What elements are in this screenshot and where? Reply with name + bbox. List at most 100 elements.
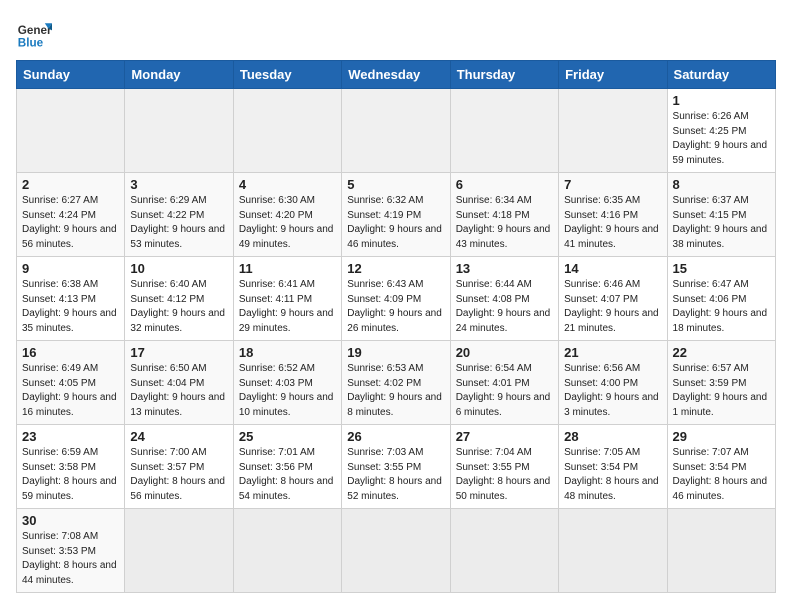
day-number: 29 <box>673 429 770 444</box>
calendar-day-cell: 26Sunrise: 7:03 AM Sunset: 3:55 PM Dayli… <box>342 425 450 509</box>
header: General Blue <box>16 16 776 52</box>
calendar-day-cell <box>17 89 125 173</box>
calendar-week-row: 16Sunrise: 6:49 AM Sunset: 4:05 PM Dayli… <box>17 341 776 425</box>
day-number: 4 <box>239 177 336 192</box>
calendar-day-cell: 24 Sunrise: 7:00 AM Sunset: 3:57 PM Dayli… <box>125 425 233 509</box>
day-number: 27 <box>456 429 553 444</box>
day-number: 25 <box>239 429 336 444</box>
day-info: Sunrise: 7:07 AM Sunset: 3:54 PM Dayligh… <box>673 446 770 504</box>
col-header-tuesday: Tuesday <box>233 61 341 89</box>
calendar-day-cell <box>342 509 450 593</box>
day-info: Sunrise: 7:00 AM Sunset: 3:57 PM Dayligh… <box>130 446 227 504</box>
calendar-day-cell: 13 Sunrise: 6:44 AM Sunset: 4:08 PM Dayli… <box>450 257 558 341</box>
day-info: Sunrise: 6:40 AM Sunset: 4:12 PM Dayligh… <box>130 278 227 336</box>
day-info: Sunrise: 6:56 AM Sunset: 4:00 PM Dayligh… <box>564 362 661 420</box>
calendar-table: SundayMondayTuesdayWednesdayThursdayFrid… <box>16 60 776 593</box>
calendar-week-row: 9 Sunrise: 6:38 AM Sunset: 4:13 PM Daylig… <box>17 257 776 341</box>
day-number: 13 <box>456 261 553 276</box>
calendar-header-row: SundayMondayTuesdayWednesdayThursdayFrid… <box>17 61 776 89</box>
day-info: Sunrise: 6:47 AM Sunset: 4:06 PM Dayligh… <box>673 278 770 336</box>
day-number: 21 <box>564 345 661 360</box>
calendar-week-row: 23Sunrise: 6:59 AM Sunset: 3:58 PM Dayli… <box>17 425 776 509</box>
day-info: Sunrise: 6:38 AM Sunset: 4:13 PM Dayligh… <box>22 278 119 336</box>
calendar-day-cell: 9 Sunrise: 6:38 AM Sunset: 4:13 PM Daylig… <box>17 257 125 341</box>
day-info: Sunrise: 7:04 AM Sunset: 3:55 PM Dayligh… <box>456 446 553 504</box>
day-number: 24 <box>130 429 227 444</box>
day-info: Sunrise: 6:53 AM Sunset: 4:02 PM Dayligh… <box>347 362 444 420</box>
day-number: 5 <box>347 177 444 192</box>
calendar-day-cell: 21 Sunrise: 6:56 AM Sunset: 4:00 PM Dayli… <box>559 341 667 425</box>
col-header-saturday: Saturday <box>667 61 775 89</box>
day-number: 1 <box>673 93 770 108</box>
day-info: Sunrise: 6:50 AM Sunset: 4:04 PM Dayligh… <box>130 362 227 420</box>
calendar-day-cell: 20 Sunrise: 6:54 AM Sunset: 4:01 PM Dayli… <box>450 341 558 425</box>
col-header-wednesday: Wednesday <box>342 61 450 89</box>
day-number: 18 <box>239 345 336 360</box>
day-info: Sunrise: 6:49 AM Sunset: 4:05 PM Dayligh… <box>22 362 119 420</box>
day-number: 10 <box>130 261 227 276</box>
calendar-day-cell: 18 Sunrise: 6:52 AM Sunset: 4:03 PM Dayli… <box>233 341 341 425</box>
day-number: 17 <box>130 345 227 360</box>
day-number: 2 <box>22 177 119 192</box>
calendar-day-cell <box>342 89 450 173</box>
day-info: Sunrise: 6:41 AM Sunset: 4:11 PM Dayligh… <box>239 278 336 336</box>
day-info: Sunrise: 6:30 AM Sunset: 4:20 PM Dayligh… <box>239 194 336 252</box>
calendar-day-cell: 25 Sunrise: 7:01 AM Sunset: 3:56 PM Dayli… <box>233 425 341 509</box>
day-info: Sunrise: 6:26 AM Sunset: 4:25 PM Dayligh… <box>673 110 770 168</box>
calendar-day-cell: 7 Sunrise: 6:35 AM Sunset: 4:16 PM Daylig… <box>559 173 667 257</box>
calendar-day-cell <box>559 89 667 173</box>
day-info: Sunrise: 6:43 AM Sunset: 4:09 PM Dayligh… <box>347 278 444 336</box>
logo: General Blue <box>16 16 52 52</box>
calendar-day-cell <box>450 89 558 173</box>
day-number: 8 <box>673 177 770 192</box>
day-info: Sunrise: 7:01 AM Sunset: 3:56 PM Dayligh… <box>239 446 336 504</box>
calendar-day-cell: 2Sunrise: 6:27 AM Sunset: 4:24 PM Daylig… <box>17 173 125 257</box>
day-info: Sunrise: 6:35 AM Sunset: 4:16 PM Dayligh… <box>564 194 661 252</box>
calendar-day-cell <box>233 509 341 593</box>
calendar-day-cell: 11 Sunrise: 6:41 AM Sunset: 4:11 PM Dayli… <box>233 257 341 341</box>
calendar-day-cell <box>233 89 341 173</box>
day-info: Sunrise: 6:44 AM Sunset: 4:08 PM Dayligh… <box>456 278 553 336</box>
calendar-week-row: 2Sunrise: 6:27 AM Sunset: 4:24 PM Daylig… <box>17 173 776 257</box>
day-number: 20 <box>456 345 553 360</box>
day-number: 23 <box>22 429 119 444</box>
day-info: Sunrise: 6:57 AM Sunset: 3:59 PM Dayligh… <box>673 362 770 420</box>
day-number: 22 <box>673 345 770 360</box>
calendar-day-cell: 23Sunrise: 6:59 AM Sunset: 3:58 PM Dayli… <box>17 425 125 509</box>
calendar-day-cell: 3Sunrise: 6:29 AM Sunset: 4:22 PM Daylig… <box>125 173 233 257</box>
calendar-day-cell <box>559 509 667 593</box>
day-number: 7 <box>564 177 661 192</box>
calendar-day-cell: 1 Sunrise: 6:26 AM Sunset: 4:25 PM Daylig… <box>667 89 775 173</box>
day-info: Sunrise: 6:52 AM Sunset: 4:03 PM Dayligh… <box>239 362 336 420</box>
calendar-day-cell <box>125 89 233 173</box>
day-info: Sunrise: 6:54 AM Sunset: 4:01 PM Dayligh… <box>456 362 553 420</box>
calendar-day-cell <box>125 509 233 593</box>
day-info: Sunrise: 7:08 AM Sunset: 3:53 PM Dayligh… <box>22 530 119 588</box>
calendar-day-cell: 12Sunrise: 6:43 AM Sunset: 4:09 PM Dayli… <box>342 257 450 341</box>
day-number: 15 <box>673 261 770 276</box>
calendar-day-cell: 6Sunrise: 6:34 AM Sunset: 4:18 PM Daylig… <box>450 173 558 257</box>
day-number: 9 <box>22 261 119 276</box>
calendar-day-cell: 28 Sunrise: 7:05 AM Sunset: 3:54 PM Dayli… <box>559 425 667 509</box>
day-number: 19 <box>347 345 444 360</box>
day-number: 6 <box>456 177 553 192</box>
calendar-day-cell <box>450 509 558 593</box>
svg-text:Blue: Blue <box>18 37 44 50</box>
logo-icon: General Blue <box>16 16 52 52</box>
day-number: 3 <box>130 177 227 192</box>
day-info: Sunrise: 6:37 AM Sunset: 4:15 PM Dayligh… <box>673 194 770 252</box>
day-info: Sunrise: 7:03 AM Sunset: 3:55 PM Dayligh… <box>347 446 444 504</box>
calendar-day-cell <box>667 509 775 593</box>
day-number: 28 <box>564 429 661 444</box>
col-header-thursday: Thursday <box>450 61 558 89</box>
day-info: Sunrise: 6:46 AM Sunset: 4:07 PM Dayligh… <box>564 278 661 336</box>
calendar-day-cell: 10 Sunrise: 6:40 AM Sunset: 4:12 PM Dayli… <box>125 257 233 341</box>
calendar-day-cell: 5Sunrise: 6:32 AM Sunset: 4:19 PM Daylig… <box>342 173 450 257</box>
calendar-day-cell: 14Sunrise: 6:46 AM Sunset: 4:07 PM Dayli… <box>559 257 667 341</box>
day-info: Sunrise: 7:05 AM Sunset: 3:54 PM Dayligh… <box>564 446 661 504</box>
col-header-monday: Monday <box>125 61 233 89</box>
day-number: 11 <box>239 261 336 276</box>
col-header-sunday: Sunday <box>17 61 125 89</box>
calendar-day-cell: 22 Sunrise: 6:57 AM Sunset: 3:59 PM Dayli… <box>667 341 775 425</box>
calendar-week-row: 30Sunrise: 7:08 AM Sunset: 3:53 PM Dayli… <box>17 509 776 593</box>
